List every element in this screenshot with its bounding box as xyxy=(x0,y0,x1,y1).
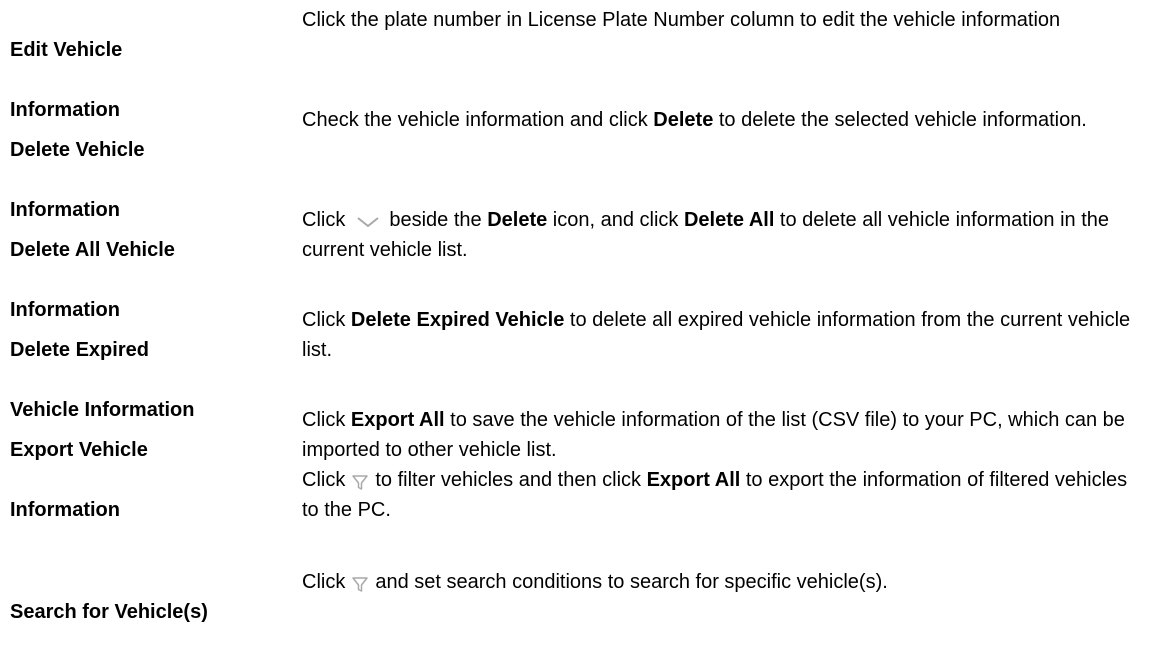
filter-icon[interactable] xyxy=(351,573,369,593)
desc-search-for-vehicles: Click and set search conditions to search… xyxy=(302,571,888,593)
chevron-down-icon[interactable] xyxy=(355,211,381,231)
export-paragraph-2: Click to filter vehicles and then click E… xyxy=(302,469,1128,521)
export-paragraph-1: Click Export All to save the vehicle inf… xyxy=(302,409,1125,461)
vehicle-operations-table: Edit Vehicle Information Click the plate… xyxy=(0,0,1154,623)
term-export-vehicle-information: Export Vehicle Information xyxy=(10,439,148,521)
desc-delete-all-vehicle-information: Click beside the Delete icon, and click D… xyxy=(302,209,1110,261)
desc-edit-vehicle-information: Click the plate number in License Plate … xyxy=(302,9,1061,31)
filter-icon[interactable] xyxy=(351,471,369,491)
term-search-for-vehicles: Search for Vehicle(s) xyxy=(10,601,208,623)
desc-delete-expired-vehicle-information: Click Delete Expired Vehicle to delete a… xyxy=(302,309,1131,361)
desc-delete-vehicle-information: Check the vehicle information and click … xyxy=(302,109,1087,131)
desc-export-vehicle-information: Click Export All to save the vehicle inf… xyxy=(302,405,1147,525)
